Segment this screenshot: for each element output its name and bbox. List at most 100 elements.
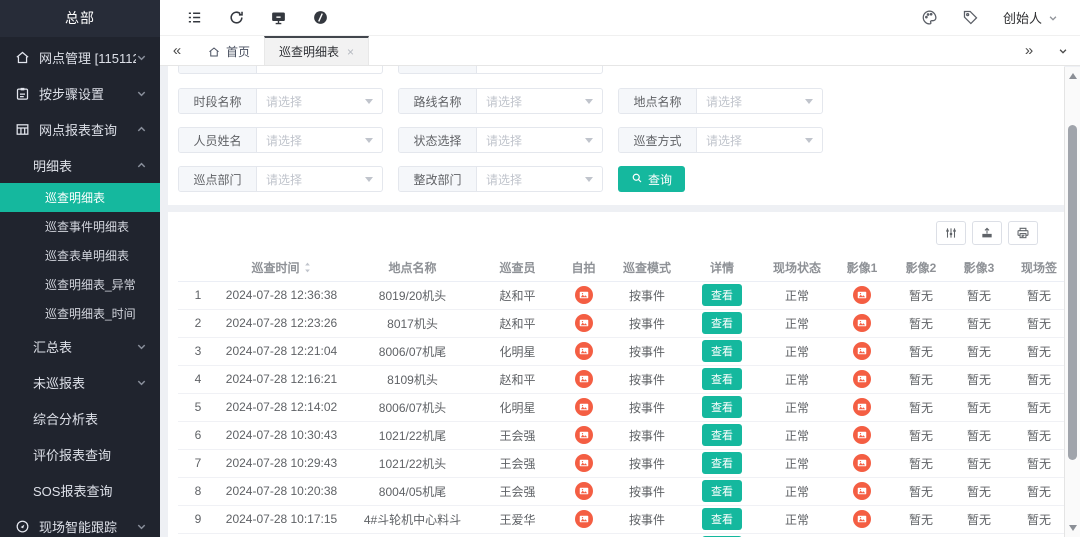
- column-header-label: 影像1: [847, 261, 878, 275]
- view-detail-button[interactable]: 查看: [702, 508, 742, 530]
- photo-thumbnail-icon[interactable]: [853, 510, 871, 528]
- photo-thumbnail-icon[interactable]: [575, 426, 593, 444]
- tabs-expand-button[interactable]: »: [1012, 36, 1046, 65]
- print-button[interactable]: [1008, 221, 1038, 245]
- photo-thumbnail-icon[interactable]: [853, 370, 871, 388]
- photo-thumbnail-icon[interactable]: [575, 398, 593, 416]
- refresh-icon[interactable]: [228, 9, 245, 26]
- view-detail-button[interactable]: 查看: [702, 396, 742, 418]
- column-header-label: 巡查模式: [623, 261, 671, 275]
- tag-icon[interactable]: [962, 9, 979, 26]
- filter-select[interactable]: 请选择: [477, 128, 602, 152]
- photo-thumbnail-icon[interactable]: [853, 426, 871, 444]
- scroll-down-arrow[interactable]: [1069, 525, 1077, 531]
- cell-mode: 按事件: [612, 281, 682, 309]
- view-detail-button[interactable]: 查看: [702, 424, 742, 446]
- sidebar-item-sos-baobiao[interactable]: SOS报表查询: [0, 472, 160, 508]
- palette-icon[interactable]: [921, 9, 938, 26]
- screen-icon[interactable]: [270, 9, 287, 26]
- filter-select[interactable]: 请选择: [697, 89, 822, 113]
- filter-select[interactable]: 请选择: [257, 89, 382, 113]
- view-detail-button[interactable]: 查看: [702, 368, 742, 390]
- sidebar-item-xuncha-mingxibiao[interactable]: 巡查明细表: [0, 183, 160, 212]
- sidebar-item-wangdian-guanli[interactable]: 网点管理 [1151120]: [0, 39, 160, 75]
- filter-select[interactable]: 请选择: [257, 167, 382, 191]
- cell-location: 8006/07机尾: [345, 337, 480, 365]
- sidebar-item-weixun-baobiao[interactable]: 未巡报表: [0, 364, 160, 400]
- photo-thumbnail-icon[interactable]: [853, 342, 871, 360]
- sidebar-item-pingjia-baobiao[interactable]: 评价报表查询: [0, 436, 160, 472]
- cell-inspector: 王爱华: [480, 505, 555, 533]
- cell-status: 正常: [762, 421, 832, 449]
- chevron-down-icon: [585, 99, 593, 104]
- photo-thumbnail-icon[interactable]: [575, 370, 593, 388]
- photo-thumbnail-icon[interactable]: [853, 454, 871, 472]
- filter-row-clipped: [178, 66, 1054, 75]
- chevron-down-icon: [136, 521, 147, 532]
- photo-thumbnail-icon[interactable]: [575, 482, 593, 500]
- photo-thumbnail-icon[interactable]: [853, 314, 871, 332]
- photo-thumbnail-icon[interactable]: [575, 342, 593, 360]
- cell-img3: 暂无: [950, 365, 1008, 393]
- select-placeholder: 请选择: [706, 93, 742, 110]
- view-detail-button[interactable]: 查看: [702, 452, 742, 474]
- sidebar-item-zonghe-fenxibiao[interactable]: 综合分析表: [0, 400, 160, 436]
- cell-index: 4: [178, 365, 218, 393]
- table-row: 52024-07-28 12:14:028006/07机头化明星按事件查看正常暂…: [178, 393, 1064, 421]
- list-icon[interactable]: [186, 9, 203, 26]
- view-detail-button[interactable]: 查看: [702, 480, 742, 502]
- cell-sign: 暂无: [1008, 421, 1064, 449]
- tab-xuncha-mingxibiao[interactable]: 巡查明细表 ×: [264, 36, 369, 65]
- tabs-dropdown-button[interactable]: [1046, 36, 1080, 65]
- sidebar-item-xuncha-shijian[interactable]: 巡查明细表_时间: [0, 299, 160, 328]
- scroll-up-arrow[interactable]: [1069, 73, 1077, 79]
- cell-sign: 暂无: [1008, 449, 1064, 477]
- sidebar-item-wangdian-baobiao[interactable]: 网点报表查询: [0, 111, 160, 147]
- sidebar-item-xuncha-biaodan-mx[interactable]: 巡查表单明细表: [0, 241, 160, 270]
- vertical-scrollbar[interactable]: [1064, 67, 1080, 537]
- filter-group-clipped: [398, 66, 603, 74]
- search-button[interactable]: 查询: [618, 166, 685, 192]
- photo-thumbnail-icon[interactable]: [853, 482, 871, 500]
- sidebar-item-huizongbiao[interactable]: 汇总表: [0, 328, 160, 364]
- user-menu[interactable]: 创始人: [1003, 8, 1058, 27]
- tab-home[interactable]: 首页: [194, 36, 264, 65]
- filter-select[interactable]: 请选择: [257, 128, 382, 152]
- cell-location: 1021/22机头: [345, 449, 480, 477]
- photo-thumbnail-icon[interactable]: [853, 286, 871, 304]
- filter-row: 人员姓名请选择状态选择请选择巡查方式请选择: [178, 127, 1054, 153]
- sort-icon[interactable]: [303, 261, 312, 274]
- export-button[interactable]: [972, 221, 1002, 245]
- view-detail-button[interactable]: 查看: [702, 312, 742, 334]
- sidebar-item-mingxibiao[interactable]: 明细表: [0, 147, 160, 183]
- filter-select[interactable]: 请选择: [477, 167, 602, 191]
- tab-label: 巡查明细表: [279, 43, 339, 60]
- tab-label: 首页: [226, 43, 250, 60]
- theme-icon[interactable]: [312, 9, 329, 26]
- column-header-time: 巡查时间: [218, 254, 345, 281]
- filter-group: 巡点部门请选择: [178, 166, 383, 192]
- photo-thumbnail-icon[interactable]: [853, 398, 871, 416]
- photo-thumbnail-icon[interactable]: [575, 454, 593, 472]
- sidebar-item-xuncha-yichang[interactable]: 巡查明细表_异常: [0, 270, 160, 299]
- view-detail-button[interactable]: 查看: [702, 284, 742, 306]
- app-root: 总部 网点管理 [1151120]按步骤设置网点报表查询明细表巡查明细表巡查事件…: [0, 0, 1080, 537]
- cell-index: 6: [178, 421, 218, 449]
- sidebar-item-xuncha-shijian-mx[interactable]: 巡查事件明细表: [0, 212, 160, 241]
- photo-thumbnail-icon[interactable]: [575, 314, 593, 332]
- filter-select[interactable]: 请选择: [697, 128, 822, 152]
- tabs-collapse-button[interactable]: «: [160, 36, 194, 65]
- close-icon[interactable]: ×: [347, 45, 354, 59]
- cell-location: 8019/20机头: [345, 281, 480, 309]
- cell-img2: 暂无: [892, 533, 950, 537]
- scrollbar-thumb[interactable]: [1068, 125, 1077, 460]
- view-detail-button[interactable]: 查看: [702, 340, 742, 362]
- filter-select[interactable]: 请选择: [477, 89, 602, 113]
- photo-thumbnail-icon[interactable]: [575, 510, 593, 528]
- column-settings-button[interactable]: [936, 221, 966, 245]
- sidebar-item-xianchang-genzong[interactable]: 现场智能跟踪: [0, 508, 160, 537]
- sidebar-item-anbuzhou-shezhi[interactable]: 按步骤设置: [0, 75, 160, 111]
- sidebar-item-label: SOS报表查询: [33, 481, 160, 500]
- photo-thumbnail-icon[interactable]: [575, 286, 593, 304]
- table-row: 32024-07-28 12:21:048006/07机尾化明星按事件查看正常暂…: [178, 337, 1064, 365]
